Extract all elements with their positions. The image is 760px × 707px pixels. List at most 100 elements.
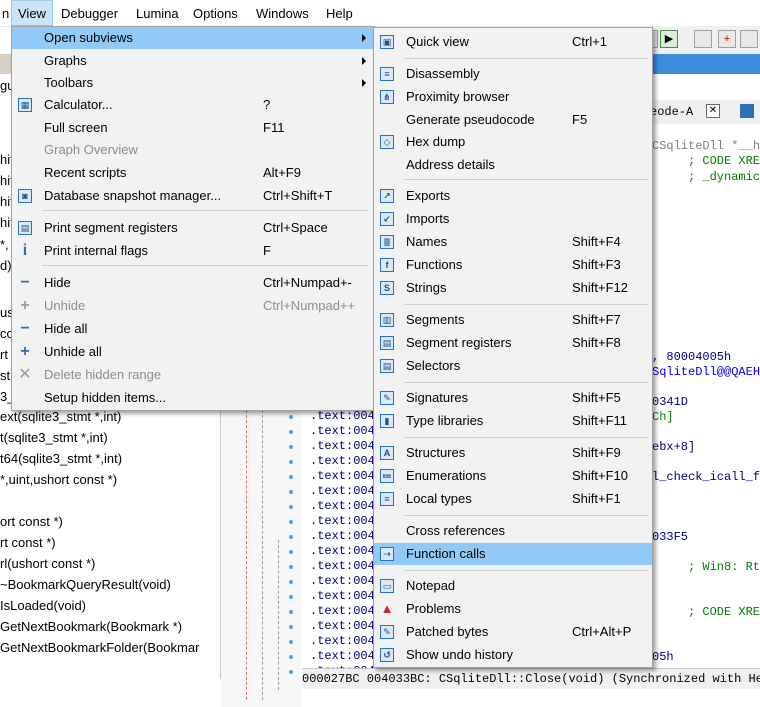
subview-item-functions[interactable]: f Functions Shift+F3 xyxy=(374,254,652,276)
disassembly-line[interactable]: .text:0040 xyxy=(310,439,382,453)
menu-item-print-segment-registers[interactable]: ▤ Print segment registers Ctrl+Space xyxy=(12,217,374,239)
menu-debugger[interactable]: Debugger xyxy=(55,0,124,26)
function-list-item[interactable]: rl(ushort const *) xyxy=(0,556,95,571)
subview-item-generate-pseudocode[interactable]: Generate pseudocode F5 xyxy=(374,109,652,131)
toolbar-tool-button[interactable] xyxy=(740,30,758,48)
tab-pseudocode[interactable]: eode-A xyxy=(650,105,693,119)
subview-item-patched-bytes[interactable]: ✎ Patched bytes Ctrl+Alt+P xyxy=(374,621,652,643)
disassembly-line[interactable]: .text:0040 xyxy=(310,619,382,633)
subview-item-enumerations[interactable]: ≔ Enumerations Shift+F10 xyxy=(374,465,652,487)
subview-item-local-types[interactable]: ≡ Local types Shift+F1 xyxy=(374,488,652,510)
function-list-item[interactable]: *, xyxy=(0,237,9,252)
subview-item-proximity-browser[interactable]: ⋔ Proximity browser xyxy=(374,86,652,108)
breakpoint-dot[interactable] xyxy=(289,505,293,509)
breakpoint-dot[interactable] xyxy=(289,565,293,569)
menu-item-print-internal-flags[interactable]: i Print internal flags F xyxy=(12,240,374,262)
disassembly-line[interactable]: .text:0040 xyxy=(310,529,382,543)
toolbar-play-button[interactable]: ▶ xyxy=(660,30,678,48)
subview-item-type-libraries[interactable]: ▮ Type libraries Shift+F11 xyxy=(374,410,652,432)
function-list-item[interactable]: *,uint,ushort const *) xyxy=(0,472,117,487)
menu-item-recent-scripts[interactable]: Recent scripts Alt+F9 xyxy=(12,162,374,184)
breakpoint-dot[interactable] xyxy=(289,430,293,434)
subview-item-imports[interactable]: ↙ Imports xyxy=(374,208,652,230)
menu-item-toolbars[interactable]: Toolbars xyxy=(12,72,374,94)
toolbar-list-button[interactable] xyxy=(694,30,712,48)
disassembly-line[interactable]: .text:0040 xyxy=(310,604,382,618)
subview-item-strings[interactable]: S Strings Shift+F12 xyxy=(374,277,652,299)
menu-options[interactable]: Options xyxy=(187,0,244,26)
active-title-bar xyxy=(650,54,760,74)
breakpoint-dot[interactable] xyxy=(289,670,293,674)
breakpoint-dot[interactable] xyxy=(289,460,293,464)
breakpoint-dot[interactable] xyxy=(289,550,293,554)
disassembly-line[interactable]: .text:0040 xyxy=(310,559,382,573)
breakpoint-dot[interactable] xyxy=(289,535,293,539)
breakpoint-dot[interactable] xyxy=(289,490,293,494)
subview-item-signatures[interactable]: ✎ Signatures Shift+F5 xyxy=(374,387,652,409)
breakpoint-dot[interactable] xyxy=(289,610,293,614)
subview-item-disassembly[interactable]: ≡ Disassembly xyxy=(374,63,652,85)
function-list-item[interactable]: ~BookmarkQueryResult(void) xyxy=(0,577,171,592)
breakpoint-dot[interactable] xyxy=(289,595,293,599)
subview-item-function-calls[interactable]: ⇢ Function calls xyxy=(374,543,652,565)
subview-item-problems[interactable]: ▲ Problems xyxy=(374,598,652,620)
subview-item-show-undo-history[interactable]: ↺ Show undo history xyxy=(374,644,652,666)
menu-item-open-subviews[interactable]: Open subviews xyxy=(12,27,374,49)
disassembly-line[interactable]: .text:0040 xyxy=(310,499,382,513)
function-list-item[interactable]: t(sqlite3_stmt *,int) xyxy=(0,430,108,445)
function-list-item[interactable]: GetNextBookmark(Bookmark *) xyxy=(0,619,182,634)
disassembly-line[interactable]: .text:0040 xyxy=(310,514,382,528)
disassembly-line[interactable]: .text:0040 xyxy=(310,574,382,588)
subview-item-quick-view[interactable]: ▣ Quick view Ctrl+1 xyxy=(374,31,652,53)
disassembly-line[interactable]: .text:0040 xyxy=(310,424,382,438)
subview-item-exports[interactable]: ↗ Exports xyxy=(374,185,652,207)
subview-item-structures[interactable]: A Structures Shift+F9 xyxy=(374,442,652,464)
menu-windows[interactable]: Windows xyxy=(250,0,315,26)
menu-view[interactable]: View xyxy=(11,0,53,26)
menu-item-calculator[interactable]: ▦ Calculator...? xyxy=(12,94,374,116)
tab-close-icon[interactable]: ✕ xyxy=(706,104,720,118)
function-list-item[interactable]: d) xyxy=(0,258,12,273)
menu-item-database-snapshot-manager[interactable]: ◙ Database snapshot manager... Ctrl+Shift+… xyxy=(12,185,374,207)
function-list-item[interactable]: ext(sqlite3_stmt *,int) xyxy=(0,409,121,424)
menu-item-setup-hidden-items[interactable]: Setup hidden items... xyxy=(12,387,374,409)
subview-item-segments[interactable]: ▥ Segments Shift+F7 xyxy=(374,309,652,331)
subview-item-notepad[interactable]: ▭ Notepad xyxy=(374,575,652,597)
menu-lumina[interactable]: Lumina xyxy=(130,0,185,26)
menu-item-hide-all[interactable]: − Hide all xyxy=(12,318,374,340)
disassembly-line[interactable]: .text:0040 xyxy=(310,589,382,603)
breakpoint-dot[interactable] xyxy=(289,475,293,479)
function-list-item[interactable]: rt const *) xyxy=(0,535,56,550)
subview-item-names[interactable]: ≣ Names Shift+F4 xyxy=(374,231,652,253)
function-list-item[interactable]: IsLoaded(void) xyxy=(0,598,86,613)
function-list-item[interactable]: t64(sqlite3_stmt *,int) xyxy=(0,451,122,466)
breakpoint-dot[interactable] xyxy=(289,520,293,524)
subview-item-segment-registers[interactable]: ▤ Segment registers Shift+F8 xyxy=(374,332,652,354)
subview-item-address-details[interactable]: Address details xyxy=(374,154,652,176)
function-list-item[interactable]: ort const *) xyxy=(0,514,63,529)
menu-item-full-screen[interactable]: Full screen F11 xyxy=(12,117,374,139)
breakpoint-dot[interactable] xyxy=(289,625,293,629)
disassembly-line[interactable]: .text:0040 xyxy=(310,544,382,558)
menu-item-hide[interactable]: − Hide Ctrl+Numpad+- xyxy=(12,272,374,294)
disassembly-line[interactable]: .text:0040 xyxy=(310,634,382,648)
breakpoint-dot[interactable] xyxy=(289,415,293,419)
breakpoint-dot[interactable] xyxy=(289,655,293,659)
menu-help[interactable]: Help xyxy=(320,0,359,26)
disassembly-line[interactable]: .text:0040 xyxy=(310,484,382,498)
breakpoint-dot[interactable] xyxy=(289,445,293,449)
function-list-item[interactable]: rt xyxy=(0,347,8,362)
disassembly-line[interactable]: .text:0040 xyxy=(310,454,382,468)
menu-item-unhide-all[interactable]: + Unhide all xyxy=(12,341,374,363)
disassembly-line[interactable]: .text:0040 xyxy=(310,469,382,483)
subview-item-selectors[interactable]: ▤ Selectors xyxy=(374,355,652,377)
toolbar-add-button[interactable]: + xyxy=(718,30,736,48)
subview-item-cross-references[interactable]: Cross references xyxy=(374,520,652,542)
breakpoint-dot[interactable] xyxy=(289,580,293,584)
disassembly-line[interactable]: .text:0040 xyxy=(310,649,382,663)
subview-item-hex-dump[interactable]: ◇ Hex dump xyxy=(374,131,652,153)
disassembly-line[interactable]: .text:0040 xyxy=(310,409,382,423)
function-list-item[interactable]: GetNextBookmarkFolder(Bookmar xyxy=(0,640,199,655)
breakpoint-dot[interactable] xyxy=(289,640,293,644)
menu-item-graphs[interactable]: Graphs xyxy=(12,50,374,72)
